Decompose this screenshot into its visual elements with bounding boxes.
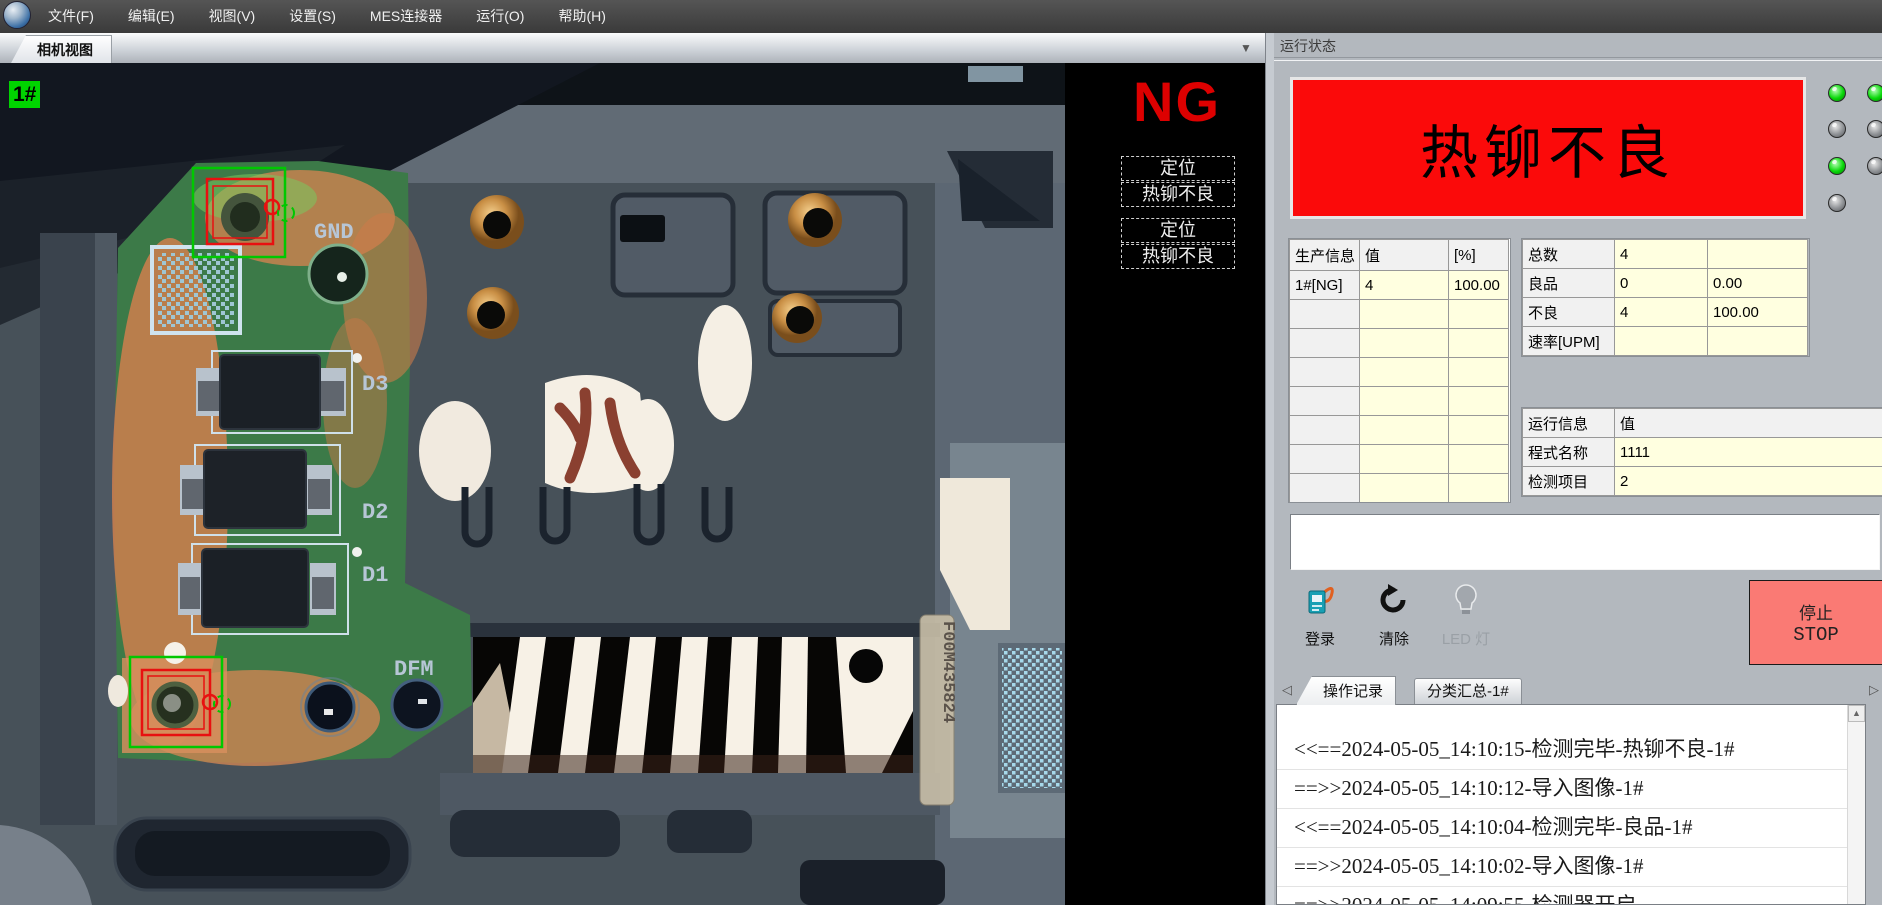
log-entry: ==>>2024-05-05_14:10:12-导入图像-1#	[1277, 770, 1848, 809]
table-row: 检测项目2	[1523, 467, 1882, 496]
col-header: 值	[1615, 409, 1882, 438]
log-entry: <<==2024-05-05_14:10:04-检测完毕-良品-1#	[1277, 809, 1848, 848]
tab-operation-log[interactable]: 操作记录	[1296, 676, 1396, 705]
leadframe-window	[473, 637, 913, 773]
housing-slot	[620, 215, 665, 242]
table-row: 1#[NG]4100.00	[1290, 271, 1509, 300]
run-info-table: 运行信息 值 程式名称1111 检测项目2	[1521, 407, 1882, 497]
table-row	[1290, 416, 1509, 445]
log-scrollbar[interactable]: ▲	[1847, 705, 1865, 904]
operation-log-list: <<==2024-05-05_14:10:15-检测完毕-热铆不良-1# ==>…	[1276, 704, 1866, 905]
serial-text: F00M435824	[938, 621, 957, 723]
menu-view[interactable]: 视图(V)	[192, 0, 273, 33]
table-row: 程式名称1111	[1523, 438, 1882, 467]
stats-table: 总数4 良品00.00 不良4100.00 速率[UPM]	[1521, 238, 1810, 357]
table-row	[1290, 474, 1509, 503]
station-label: 1#	[9, 81, 40, 108]
tab-scroll-left-icon[interactable]: ◁	[1282, 682, 1292, 698]
serial-label: F00M435824	[920, 615, 957, 805]
log-entry: <<==2024-05-05_14:10:15-检测完毕-热铆不良-1#	[1277, 731, 1848, 770]
menu-file[interactable]: 文件(F)	[31, 0, 111, 33]
status-led-2b	[1867, 120, 1882, 138]
app-logo-icon	[3, 1, 31, 29]
status-led-1a	[1828, 84, 1846, 102]
tab-class-summary[interactable]: 分类汇总-1#	[1414, 678, 1522, 705]
scroll-up-icon[interactable]: ▲	[1848, 705, 1865, 722]
table-row	[1290, 358, 1509, 387]
pcb-label-d2: D2	[362, 500, 388, 525]
login-button[interactable]: 登录	[1288, 581, 1352, 653]
menu-edit[interactable]: 编辑(E)	[111, 0, 192, 33]
col-header: [%]	[1449, 240, 1509, 271]
menu-mes-connector[interactable]: MES连接器	[353, 0, 459, 33]
status-led-3b	[1867, 157, 1882, 175]
table-row: 不良4100.00	[1523, 298, 1808, 327]
check-label-1: 热铆不良	[1121, 182, 1235, 207]
check-label-0: 定位	[1121, 156, 1235, 181]
camera-tab-strip: 相机视图 ▼	[0, 33, 1265, 64]
check-label-2: 定位	[1121, 218, 1235, 243]
check-label-3: 热铆不良	[1121, 244, 1235, 269]
pcb-datamatrix	[158, 253, 234, 327]
menu-settings[interactable]: 设置(S)	[272, 0, 353, 33]
menu-help[interactable]: 帮助(H)	[541, 0, 622, 33]
table-row	[1290, 445, 1509, 474]
status-led-1b	[1867, 84, 1882, 102]
tab-scroll-right-icon[interactable]: ▷	[1869, 682, 1879, 698]
table-row	[1290, 300, 1509, 329]
table-row: 速率[UPM]	[1523, 327, 1808, 356]
pcb-label-dfm: DFM	[394, 657, 434, 682]
led-light-button[interactable]: LED 灯	[1434, 581, 1498, 653]
panel-title: 运行状态	[1280, 36, 1336, 56]
message-box[interactable]	[1290, 514, 1880, 570]
run-status-panel: 运行状态 热铆不良 生产信息 值 [%] 1#[NG]4100.00	[1274, 33, 1882, 905]
pcb-label-d3: D3	[362, 372, 388, 397]
tab-camera-view[interactable]: 相机视图	[10, 35, 112, 65]
pcb-label-d1: D1	[362, 563, 388, 588]
clear-refresh-icon	[1375, 581, 1413, 619]
result-banner: 热铆不良	[1290, 77, 1806, 219]
col-header: 值	[1360, 240, 1449, 271]
led-bulb-icon	[1447, 581, 1485, 619]
login-badge-icon	[1301, 581, 1339, 619]
log-entry: ==>>2024-05-05_14:10:02-导入图像-1#	[1277, 848, 1848, 887]
table-row	[1290, 329, 1509, 358]
camera-pane: GND D3 D2 D1 DFM F00M435824	[0, 63, 1265, 905]
status-led-2a	[1828, 120, 1846, 138]
camera-photo: GND D3 D2 D1 DFM F00M435824	[0, 63, 1065, 905]
col-header: 运行信息	[1523, 409, 1615, 438]
log-tab-strip: ◁ 操作记录 分类汇总-1# ▷	[1274, 674, 1882, 705]
status-led-4a	[1828, 194, 1846, 212]
menu-bar: 文件(F) 编辑(E) 视图(V) 设置(S) MES连接器 运行(O) 帮助(…	[0, 0, 1882, 33]
log-entry: ==>>2024-05-05_14:09:55-检测器开启	[1277, 887, 1848, 905]
production-table: 生产信息 值 [%] 1#[NG]4100.00	[1288, 238, 1511, 503]
clear-button[interactable]: 清除	[1362, 581, 1426, 653]
divider	[1274, 57, 1882, 61]
menu-run[interactable]: 运行(O)	[459, 0, 541, 33]
laser-datamatrix	[1002, 648, 1062, 788]
chevron-down-icon[interactable]: ▼	[1237, 40, 1255, 56]
table-row	[1290, 387, 1509, 416]
stop-button[interactable]: 停止 STOP	[1749, 580, 1882, 665]
machine-vision-app: 文件(F) 编辑(E) 视图(V) 设置(S) MES连接器 运行(O) 帮助(…	[0, 0, 1882, 905]
result-banner-text: 热铆不良	[1420, 106, 1676, 190]
table-row: 总数4	[1523, 240, 1808, 269]
status-led-3a	[1828, 157, 1846, 175]
result-text: NG	[1112, 69, 1242, 134]
table-row: 良品00.00	[1523, 269, 1808, 298]
pcb-label-gnd: GND	[314, 220, 354, 245]
col-header: 生产信息	[1290, 240, 1360, 271]
